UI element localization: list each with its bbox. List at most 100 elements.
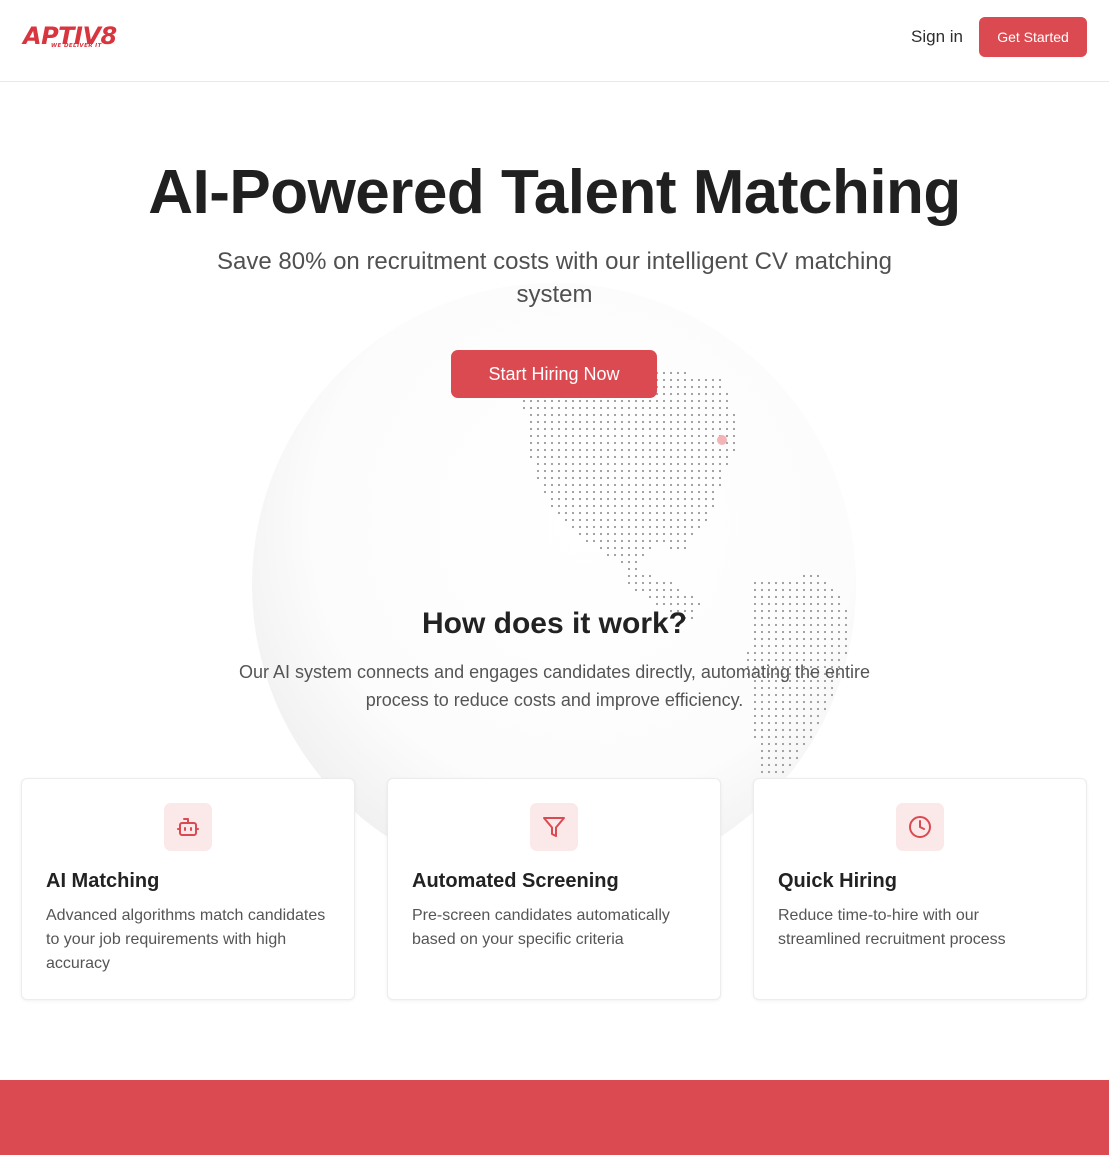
map-dot	[662, 539, 666, 543]
map-dot	[634, 588, 638, 592]
map-dot	[536, 399, 540, 403]
map-dot	[816, 595, 820, 599]
map-dot	[795, 742, 799, 746]
map-dot	[760, 588, 764, 592]
map-dot	[676, 378, 680, 382]
map-dot	[802, 721, 806, 725]
map-dot	[529, 420, 533, 424]
map-dot	[704, 455, 708, 459]
map-dot	[718, 399, 722, 403]
map-dot	[557, 413, 561, 417]
map-dot	[697, 469, 701, 473]
map-dot	[781, 756, 785, 760]
map-dot	[802, 644, 806, 648]
map-dot	[606, 511, 610, 515]
map-dot	[690, 420, 694, 424]
map-dot	[725, 455, 729, 459]
map-dot	[760, 581, 764, 585]
map-dot	[585, 441, 589, 445]
map-dot	[662, 455, 666, 459]
map-dot	[550, 406, 554, 410]
map-dot	[725, 413, 729, 417]
map-dot	[683, 441, 687, 445]
map-dot	[795, 595, 799, 599]
map-dot	[802, 581, 806, 585]
map-dot	[648, 420, 652, 424]
aptiv8-logo[interactable]: APTIV8 WE DELIVER IT	[23, 22, 117, 54]
map-dot	[690, 392, 694, 396]
map-dot	[767, 714, 771, 718]
map-dot	[620, 469, 624, 473]
map-dot	[669, 413, 673, 417]
map-dot	[774, 756, 778, 760]
map-dot	[648, 588, 652, 592]
map-dot	[648, 427, 652, 431]
map-dot	[585, 420, 589, 424]
map-dot	[760, 651, 764, 655]
map-dot	[809, 735, 813, 739]
map-dot	[718, 448, 722, 452]
map-dot	[802, 651, 806, 655]
map-dot	[662, 378, 666, 382]
map-dot	[760, 721, 764, 725]
map-dot	[662, 469, 666, 473]
map-dot	[683, 490, 687, 494]
map-dot	[571, 434, 575, 438]
map-dot	[704, 378, 708, 382]
map-dot	[690, 490, 694, 494]
map-dot	[662, 518, 666, 522]
map-dot	[718, 469, 722, 473]
map-dot	[536, 427, 540, 431]
map-dot	[529, 427, 533, 431]
map-dot	[774, 651, 778, 655]
get-started-button[interactable]: Get Started	[979, 17, 1087, 57]
map-dot	[648, 581, 652, 585]
map-dot	[774, 644, 778, 648]
map-dot	[655, 497, 659, 501]
map-dot	[774, 742, 778, 746]
map-dot	[627, 532, 631, 536]
map-dot	[627, 476, 631, 480]
map-dot	[606, 462, 610, 466]
map-dot	[564, 420, 568, 424]
map-dot	[599, 441, 603, 445]
map-dot	[690, 595, 694, 599]
map-dot	[536, 462, 540, 466]
map-dot	[634, 427, 638, 431]
map-dot	[627, 560, 631, 564]
map-dot	[816, 644, 820, 648]
map-dot	[662, 476, 666, 480]
map-dot	[599, 413, 603, 417]
map-dot	[634, 441, 638, 445]
start-hiring-button[interactable]: Start Hiring Now	[451, 350, 657, 398]
map-dot	[627, 525, 631, 529]
map-dot	[662, 392, 666, 396]
how-it-works-title: How does it work?	[421, 607, 688, 640]
map-dot	[641, 483, 645, 487]
map-dot	[795, 721, 799, 725]
map-dot	[788, 749, 792, 753]
map-dot	[585, 511, 589, 515]
map-dot	[634, 469, 638, 473]
map-dot	[830, 644, 834, 648]
map-dot	[697, 462, 701, 466]
map-dot	[599, 448, 603, 452]
map-dot	[732, 427, 736, 431]
map-dot	[725, 427, 729, 431]
map-dot	[704, 392, 708, 396]
map-dot	[753, 595, 757, 599]
map-dot	[620, 448, 624, 452]
map-dot	[648, 448, 652, 452]
map-dot	[683, 420, 687, 424]
map-dot	[795, 735, 799, 739]
map-dot	[760, 742, 764, 746]
map-dot	[543, 399, 547, 403]
sign-in-link[interactable]: Sign in	[911, 26, 963, 48]
map-dot	[802, 595, 806, 599]
map-dot	[634, 560, 638, 564]
filter-icon	[530, 803, 578, 851]
map-dot	[585, 434, 589, 438]
map-dot	[627, 413, 631, 417]
map-dot	[655, 427, 659, 431]
map-dot	[571, 490, 575, 494]
